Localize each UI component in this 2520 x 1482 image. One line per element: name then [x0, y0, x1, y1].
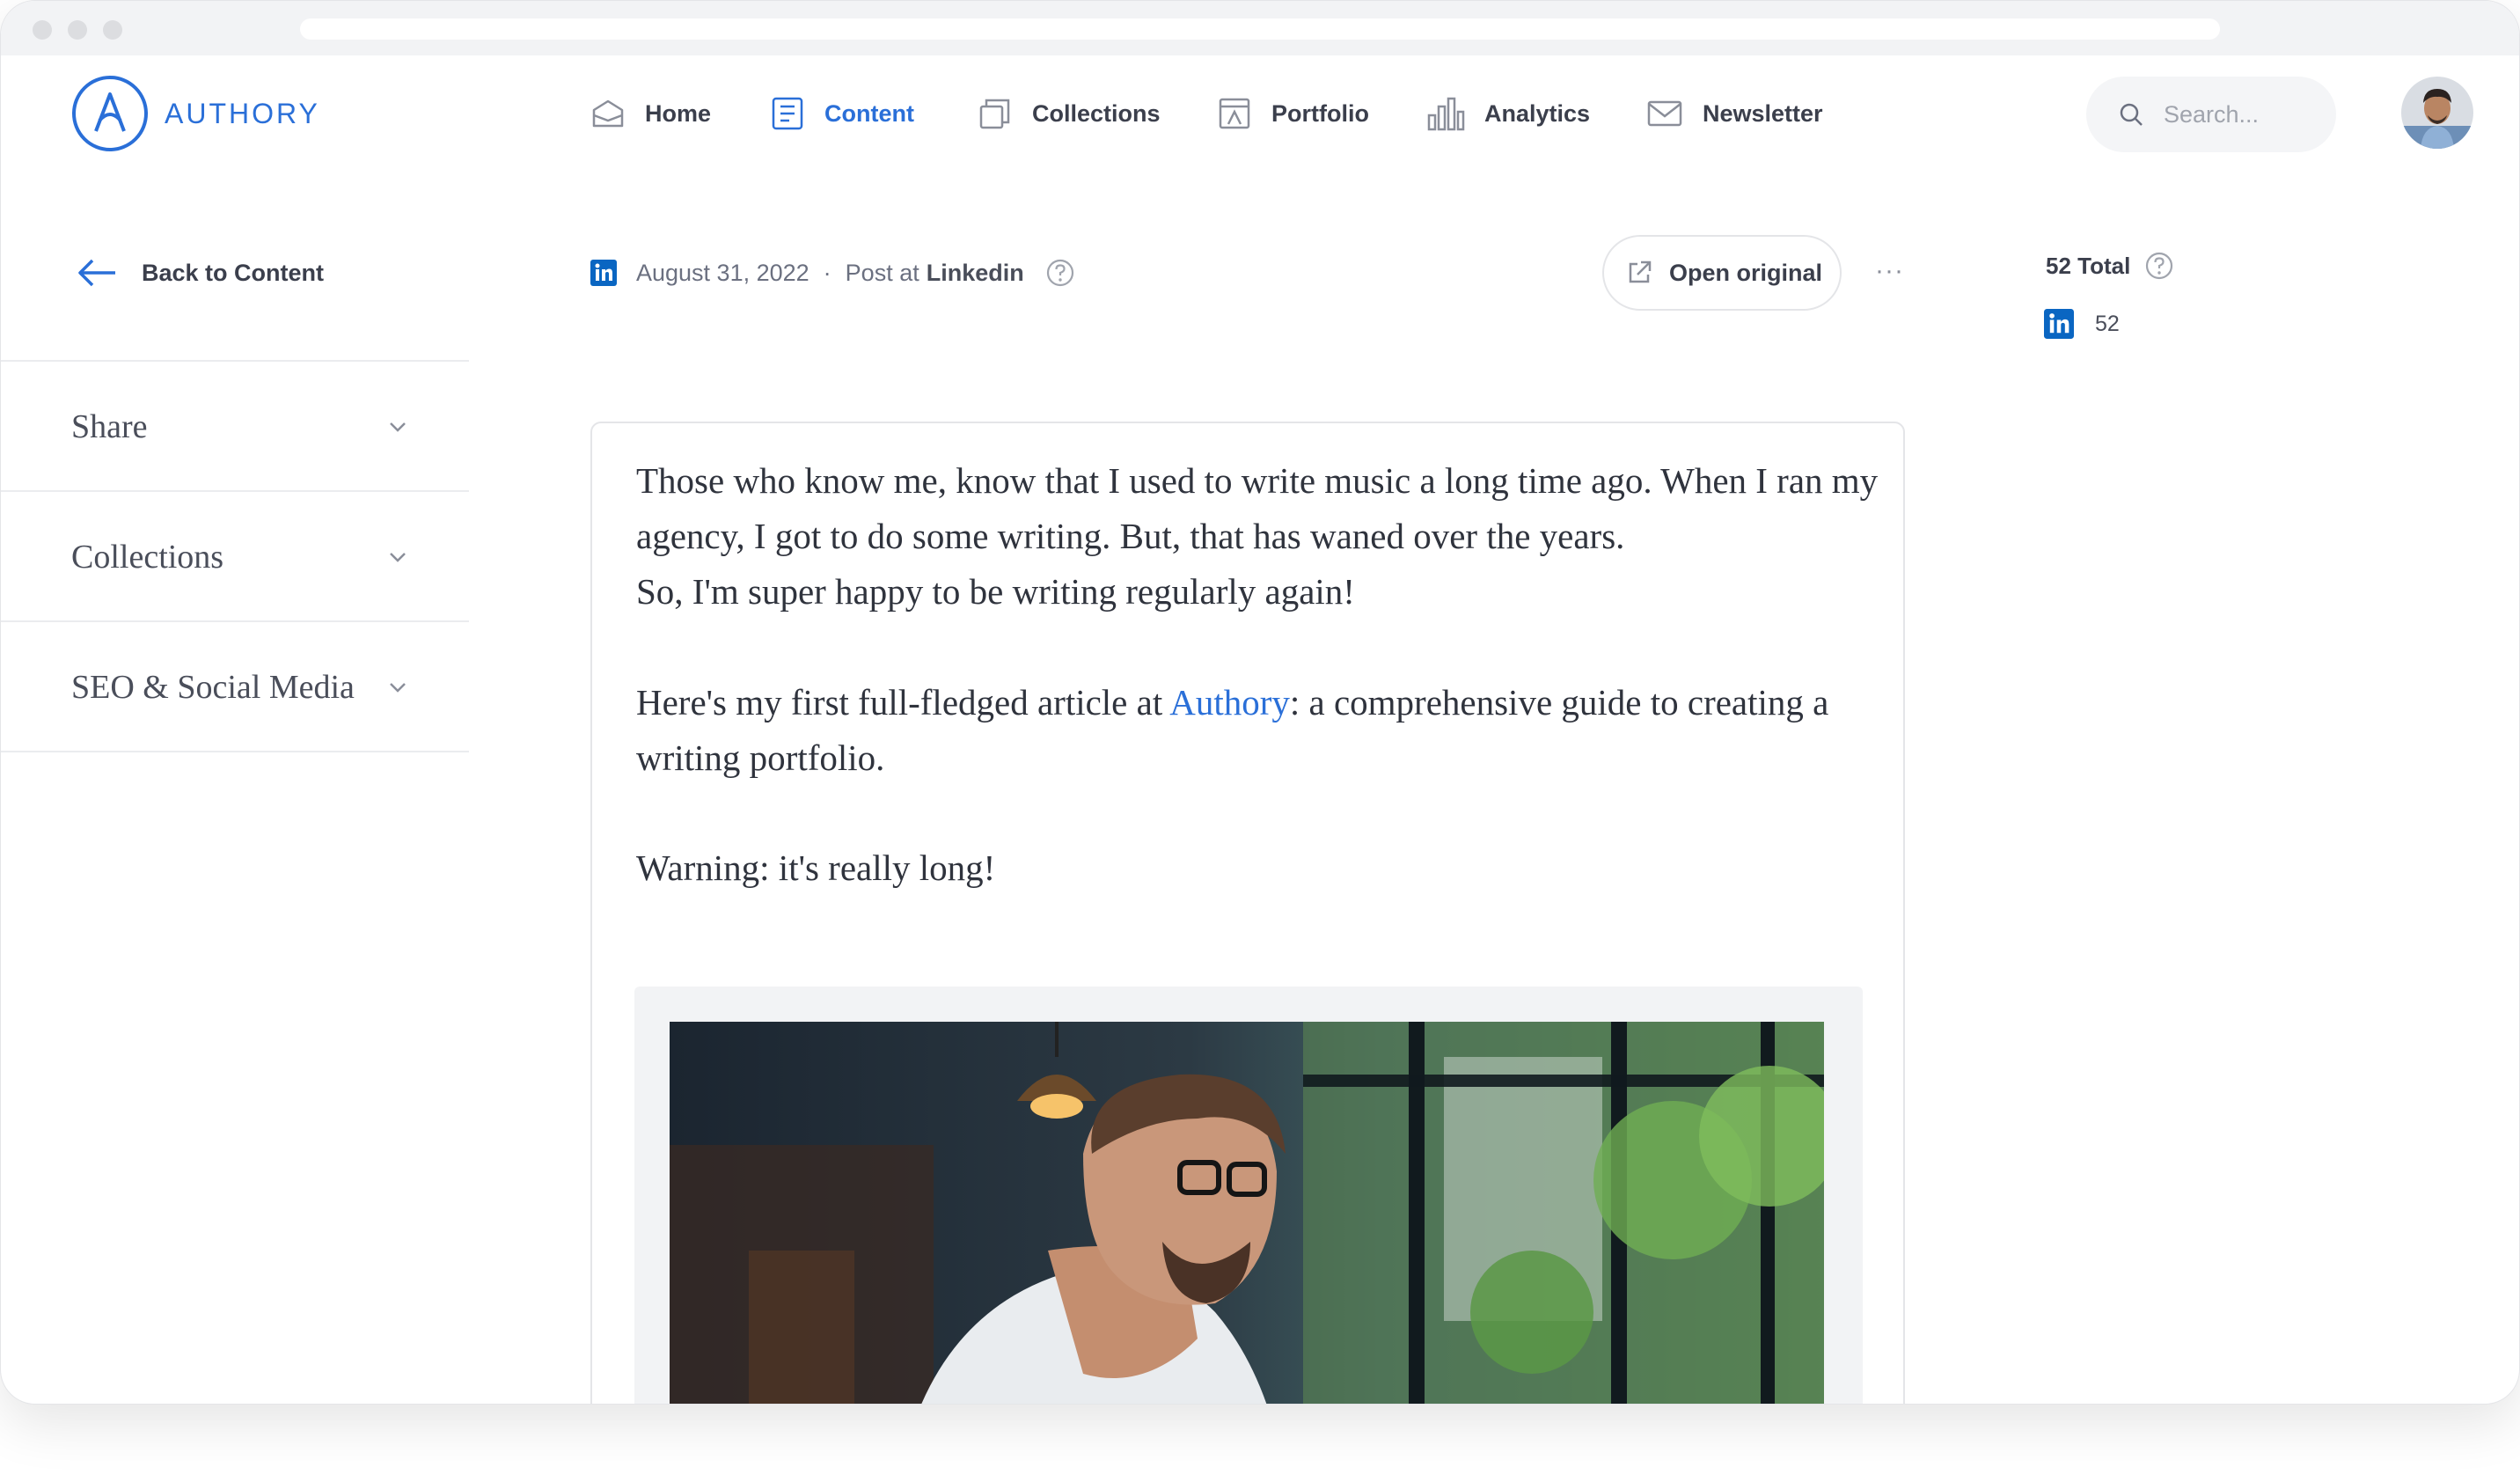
- bar-chart-icon: [1427, 97, 1465, 131]
- user-avatar-image: [2401, 77, 2473, 149]
- content-card: Those who know me, know that I used to w…: [590, 422, 1905, 1404]
- nav-content-label: Content: [824, 99, 914, 127]
- post-meta: August 31, 2022 · Post at Linkedin: [590, 253, 1075, 293]
- back-to-content-link[interactable]: Back to Content: [77, 251, 324, 295]
- chevron-down-icon: [390, 683, 406, 693]
- window-maximize-dot[interactable]: [103, 20, 122, 40]
- help-icon[interactable]: [1045, 258, 1075, 288]
- more-options-button[interactable]: ···: [1875, 256, 1904, 286]
- content-paragraph-2: So, I'm super happy to be writing regula…: [636, 571, 1355, 612]
- open-original-label: Open original: [1669, 259, 1823, 286]
- browser-titlebar: [1, 1, 2519, 55]
- content-paragraph-3: Here's my first full-fledged article at …: [636, 675, 1886, 786]
- external-link-icon: [1629, 260, 1652, 283]
- search-box[interactable]: [2086, 77, 2336, 152]
- total-count: 52 Total: [2046, 251, 2174, 281]
- post-type-prefix: Post at: [845, 259, 919, 286]
- search-icon: [2120, 103, 2143, 126]
- sidebar-section-label: Collections: [71, 539, 224, 576]
- collections-icon: [979, 99, 1010, 129]
- nav-analytics-label: Analytics: [1484, 99, 1591, 127]
- article-cover-image: [670, 1022, 1824, 1404]
- p3-text-before: Here's my first full-fledged article at: [636, 682, 1170, 723]
- portfolio-icon: [1219, 98, 1250, 129]
- address-bar[interactable]: [300, 18, 2220, 40]
- nav-collections-label: Collections: [1032, 99, 1161, 127]
- open-original-button[interactable]: Open original: [1602, 235, 1842, 311]
- help-icon[interactable]: [2144, 251, 2174, 281]
- browser-window: AUTHORY Home Content Collections Portfol…: [0, 0, 2520, 1405]
- total-count-label: 52 Total: [2046, 252, 2131, 279]
- nav-home[interactable]: Home: [590, 89, 711, 138]
- envelope-icon: [1647, 100, 1682, 127]
- document-icon: [772, 97, 803, 130]
- linkedin-count: 52: [2095, 311, 2120, 336]
- sidebar-section-seo-social[interactable]: SEO & Social Media: [1, 620, 469, 752]
- embedded-image-frame: [634, 987, 1863, 1404]
- chevron-down-icon: [390, 553, 406, 562]
- nav-content[interactable]: Content: [770, 89, 914, 138]
- nav-collections[interactable]: Collections: [978, 89, 1161, 138]
- arrow-left-icon: [78, 259, 115, 287]
- content-paragraph-1: Those who know me, know that I used to w…: [636, 460, 1879, 556]
- nav-newsletter-label: Newsletter: [1703, 99, 1823, 127]
- post-date: August 31, 2022: [636, 259, 809, 286]
- linkedin-icon: [2044, 309, 2074, 339]
- linkedin-icon: [590, 260, 617, 286]
- nav-portfolio-label: Portfolio: [1271, 99, 1369, 127]
- sidebar-section-label: SEO & Social Media: [71, 669, 355, 706]
- back-to-content-label: Back to Content: [142, 259, 325, 286]
- meta-separator: ·: [823, 259, 831, 286]
- nav-newsletter[interactable]: Newsletter: [1646, 89, 1823, 138]
- content-paragraph-4: Warning: it's really long!: [636, 847, 996, 888]
- chevron-down-icon: [390, 422, 406, 432]
- window-close-dot[interactable]: [33, 20, 52, 40]
- nav-analytics[interactable]: Analytics: [1426, 89, 1590, 138]
- sidebar-section-collections[interactable]: Collections: [1, 490, 469, 622]
- nav-home-label: Home: [645, 99, 712, 127]
- article-photo-illustration: [670, 1022, 1824, 1404]
- authory-link[interactable]: Authory: [1169, 682, 1290, 723]
- authory-logo[interactable]: AUTHORY: [71, 75, 320, 152]
- search-input[interactable]: [2162, 99, 2324, 129]
- linkedin-count-row: 52: [2044, 309, 2120, 339]
- authory-logo-icon: [72, 76, 148, 151]
- user-avatar[interactable]: [2401, 77, 2473, 149]
- home-icon: [592, 99, 624, 128]
- nav-portfolio[interactable]: Portfolio: [1217, 89, 1369, 138]
- brand-name: AUTHORY: [165, 97, 320, 129]
- sidebar-section-label: Share: [71, 408, 148, 445]
- window-minimize-dot[interactable]: [68, 20, 87, 40]
- sidebar-section-share[interactable]: Share: [1, 360, 469, 492]
- sidebar-divider: [1, 751, 469, 752]
- post-platform: Linkedin: [926, 259, 1024, 286]
